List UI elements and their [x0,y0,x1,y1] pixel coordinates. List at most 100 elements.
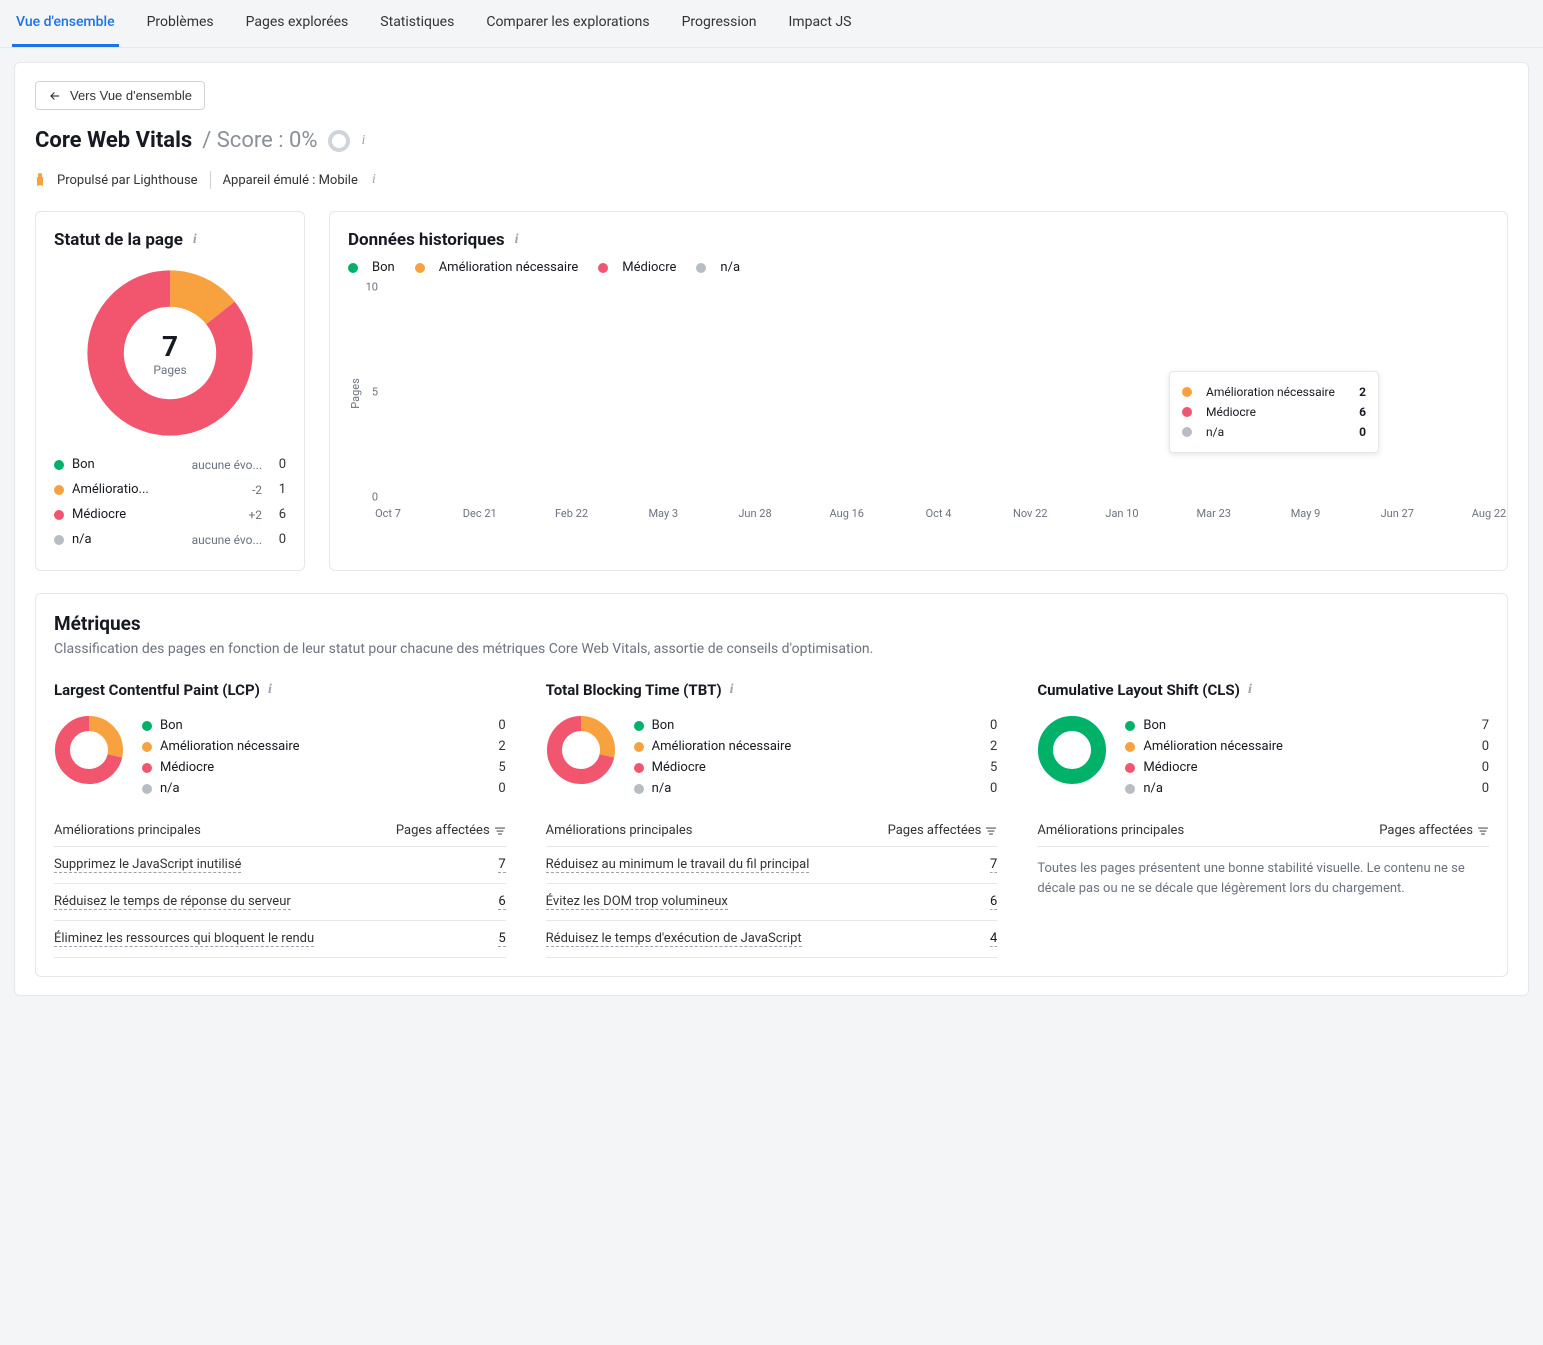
tab-progression[interactable]: Progression [678,0,761,47]
metric-legend-row[interactable]: Amélioration nécessaire 2 [142,736,506,757]
dot-icon [1125,742,1135,752]
metrics-card: Métriques Classification des pages en fo… [35,593,1508,977]
tab-comparer-les-explorations[interactable]: Comparer les explorations [482,0,653,47]
arrow-left-icon [48,89,62,103]
hist-legend-item[interactable]: Amélioration nécessaire [415,260,579,275]
meta-row: Propulsé par Lighthouse Appareil émulé :… [35,171,1508,189]
tab-statistiques[interactable]: Statistiques [376,0,458,47]
dot-icon [598,263,608,273]
improvement-link[interactable]: Évitez les DOM trop volumineux [546,894,728,910]
metric-legend-value: 0 [977,781,997,796]
legend-row[interactable]: Bon aucune évo... 0 [54,452,286,477]
pages-head[interactable]: Pages affectées [1379,823,1489,838]
improvement-count[interactable]: 5 [498,931,505,947]
metric-legend-name: Bon [652,718,978,733]
dot-icon [348,263,358,273]
metric-legend-row[interactable]: Amélioration nécessaire 2 [634,736,998,757]
metric-legend-name: Médiocre [1143,760,1469,775]
improvement-link[interactable]: Éliminez les ressources qui bloquent le … [54,931,314,947]
tab-vue-d-ensemble[interactable]: Vue d'ensemble [12,0,119,47]
legend-row[interactable]: n/a aucune évo... 0 [54,527,286,552]
status-title-text: Statut de la page [54,230,183,250]
title-row: Core Web Vitals / Score : 0% i [35,128,1508,153]
metric-legend-value: 0 [486,781,506,796]
lighthouse-icon [35,173,45,187]
tab-impact-js[interactable]: Impact JS [785,0,856,47]
improvement-count[interactable]: 6 [990,894,997,910]
hist-legend-item[interactable]: n/a [696,260,740,275]
info-icon[interactable]: i [191,232,197,248]
metric-donut [1037,715,1107,785]
improvements-header: Améliorations principales Pages affectée… [546,813,998,847]
dot-icon [142,742,152,752]
metric-note: Toutes les pages présentent une bonne st… [1037,859,1489,898]
x-tick: Oct 4 [926,507,952,520]
metric-legend-row[interactable]: Bon 7 [1125,715,1489,736]
tooltip-label: n/a [1206,425,1224,439]
back-button[interactable]: Vers Vue d'ensemble [35,81,205,110]
metric-donut [54,715,124,785]
metric-legend-row[interactable]: Médiocre 0 [1125,757,1489,778]
dot-icon [1182,427,1192,437]
dot-icon [1182,387,1192,397]
hist-legend-item[interactable]: Bon [348,260,395,275]
metric-legend-name: n/a [1143,781,1469,796]
metric-legend-name: Amélioration nécessaire [1143,739,1469,754]
tab-pages-explor-es[interactable]: Pages explorées [242,0,353,47]
metric-legend-name: n/a [160,781,486,796]
tooltip-value: 0 [1359,425,1366,439]
metric-legend-row[interactable]: Médiocre 5 [634,757,998,778]
improvement-row: Éliminez les ressources qui bloquent le … [54,921,506,958]
metric-legend-value: 0 [1469,739,1489,754]
metric-legend-row[interactable]: Bon 0 [634,715,998,736]
metric-legend-row[interactable]: Médiocre 5 [142,757,506,778]
metric-legend-row[interactable]: n/a 0 [634,778,998,799]
metric-legend-row[interactable]: Bon 0 [142,715,506,736]
hist-legend-item[interactable]: Médiocre [598,260,676,275]
dot-icon [1125,763,1135,773]
metric-legend-value: 0 [486,718,506,733]
info-icon[interactable]: i [728,682,734,698]
improvements-header: Améliorations principales Pages affectée… [54,813,506,847]
metric-legend-value: 2 [977,739,997,754]
metric-legend-row[interactable]: n/a 0 [1125,778,1489,799]
improvement-link[interactable]: Réduisez le temps de réponse du serveur [54,894,291,910]
tooltip-label: Amélioration nécessaire [1206,385,1335,399]
pages-head[interactable]: Pages affectées [396,823,506,838]
pages-head[interactable]: Pages affectées [888,823,998,838]
info-icon[interactable]: i [266,682,272,698]
metric-title: Largest Contentful Paint (LCP) i [54,681,506,699]
metric-columns: Largest Contentful Paint (LCP) i Bon 0 A… [54,681,1489,958]
legend-value: 0 [268,457,286,472]
improvement-count[interactable]: 6 [498,894,505,910]
info-icon[interactable]: i [360,133,366,149]
info-icon[interactable]: i [1246,682,1252,698]
dot-icon [1125,784,1135,794]
metric-legend-row[interactable]: n/a 0 [142,778,506,799]
metric-legend-value: 0 [977,718,997,733]
improvement-link[interactable]: Réduisez au minimum le travail du fil pr… [546,857,810,873]
legend-delta: +2 [178,508,268,522]
improvement-row: Réduisez le temps d'exécution de JavaScr… [546,921,998,958]
metric-legend-row[interactable]: Amélioration nécessaire 0 [1125,736,1489,757]
score-ring-icon [328,130,350,152]
improvement-count[interactable]: 7 [498,857,505,873]
improvement-row: Réduisez le temps de réponse du serveur … [54,884,506,921]
legend-row[interactable]: Médiocre +2 6 [54,502,286,527]
legend-name: Médiocre [72,507,178,522]
improvements-header: Améliorations principales Pages affectée… [1037,813,1489,847]
improvement-link[interactable]: Supprimez le JavaScript inutilisé [54,857,241,873]
info-icon[interactable]: i [513,232,519,248]
metric-donut [546,715,616,785]
tab-bar: Vue d'ensemble Problèmes Pages explorées St… [0,0,1543,48]
y-tick: 5 [372,386,378,399]
legend-row[interactable]: Amélioratio... -2 1 [54,477,286,502]
improvement-count[interactable]: 7 [990,857,997,873]
info-icon[interactable]: i [370,172,376,188]
tab-probl-mes[interactable]: Problèmes [143,0,218,47]
improvement-count[interactable]: 4 [990,931,997,947]
legend-delta: -2 [178,483,268,497]
improvement-link[interactable]: Réduisez le temps d'exécution de JavaScr… [546,931,802,947]
metric-column: Cumulative Layout Shift (CLS) i Bon 7 Am… [1037,681,1489,958]
history-legend: Bon Amélioration nécessaire Médiocre n/a [348,260,1489,275]
